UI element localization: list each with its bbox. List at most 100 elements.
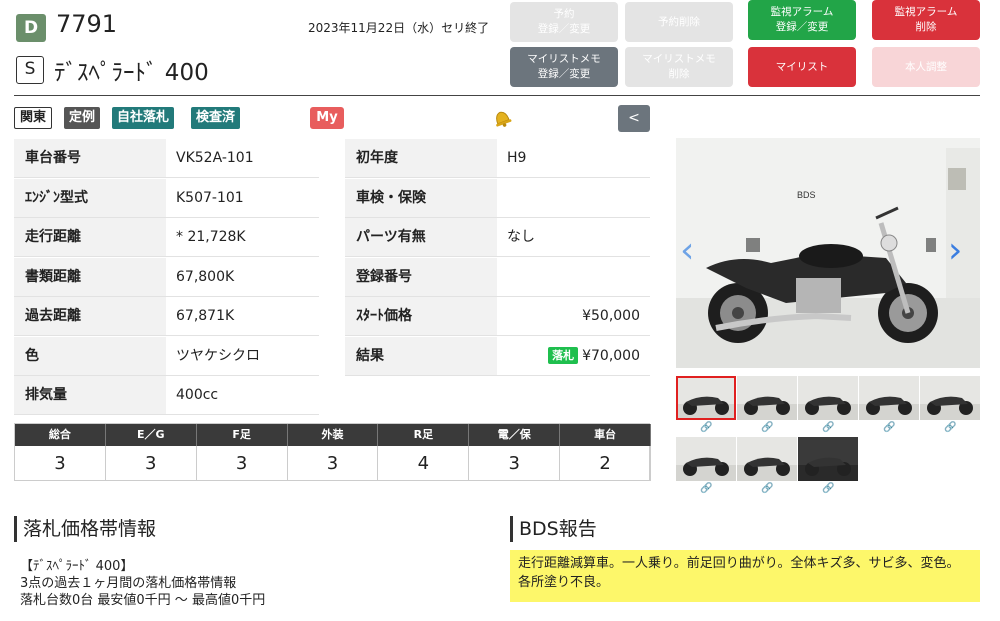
lot-number: 7791 bbox=[56, 10, 118, 38]
mylist-button[interactable]: マイリスト bbox=[748, 47, 856, 87]
spec-value: VK52A-101 bbox=[176, 150, 254, 166]
spec-row: 書類距離 67,800K bbox=[14, 257, 319, 297]
spec-row: パーツ有無 なし bbox=[345, 218, 650, 257]
grade-header: 総合 bbox=[15, 424, 106, 446]
back-button[interactable]: < bbox=[618, 105, 650, 132]
spec-key: パーツ有無 bbox=[345, 218, 497, 256]
spec-value: ¥50,000 bbox=[582, 308, 640, 324]
link-icon[interactable]: 🔗 bbox=[700, 483, 712, 494]
company-won-tag: 自社落札 bbox=[112, 107, 175, 129]
main-photo[interactable]: BDS bbox=[676, 138, 980, 368]
bds-report-title: BDS報告 bbox=[510, 516, 597, 542]
grade-header: 外装 bbox=[287, 424, 379, 446]
inspected-tag: 検査済 bbox=[191, 107, 241, 129]
photo-thumbnail[interactable] bbox=[920, 376, 980, 420]
photo-thumbnail[interactable] bbox=[676, 437, 736, 481]
grade-value: 2 bbox=[560, 446, 651, 481]
grade-value: 3 bbox=[197, 446, 288, 481]
mylist-memo-register-button[interactable]: マイリストメモ 登録／変更 bbox=[510, 47, 618, 87]
region-tag: 関東 bbox=[14, 107, 53, 129]
spec-row: 車台番号 VK52A-101 bbox=[14, 139, 319, 178]
spec-value: K507-101 bbox=[176, 189, 244, 206]
spec-row: 結果 落札 ¥70,000 bbox=[345, 336, 650, 376]
alarm-register-button[interactable]: 監視アラーム 登録／変更 bbox=[748, 0, 856, 40]
spec-row: 過去距離 67,871K bbox=[14, 297, 319, 336]
grade-value: 3 bbox=[469, 446, 561, 481]
alarm-delete-button[interactable]: 監視アラーム 削除 bbox=[872, 0, 980, 40]
spec-row: 登録番号 bbox=[345, 257, 650, 297]
link-icon[interactable]: 🔗 bbox=[761, 422, 773, 433]
link-icon[interactable]: 🔗 bbox=[822, 483, 834, 494]
spec-value: ツヤケシクロ bbox=[176, 347, 260, 364]
photo-thumbnail[interactable] bbox=[798, 437, 858, 481]
spec-key: 過去距離 bbox=[14, 297, 166, 335]
spec-row: 初年度 H9 bbox=[345, 139, 650, 178]
spec-key: 色 bbox=[14, 336, 166, 375]
spec-key: 車台番号 bbox=[14, 139, 166, 177]
grade-header: E／G bbox=[105, 424, 197, 446]
grade-table: 総合 3 E／G 3 F足 3 外装 3 R足 4 電／保 3 車台 2 bbox=[14, 423, 651, 481]
photo-thumbnail[interactable] bbox=[798, 376, 858, 420]
rank-badge: S bbox=[16, 56, 44, 84]
my-button[interactable]: My bbox=[310, 107, 344, 129]
photo-thumbnail[interactable] bbox=[737, 376, 797, 420]
grade-header: R足 bbox=[378, 424, 470, 446]
link-icon[interactable]: 🔗 bbox=[761, 483, 773, 494]
spec-value bbox=[497, 258, 650, 296]
spec-row: 色ツヤケシクロ bbox=[14, 336, 319, 376]
grade-value: 4 bbox=[378, 446, 470, 481]
spec-value: H9 bbox=[507, 150, 527, 166]
auction-date: 2023年11月22日（水）セリ終了 bbox=[308, 21, 490, 35]
spec-key: 排気量 bbox=[14, 376, 166, 414]
price-band-title: 落札価格帯情報 bbox=[14, 516, 156, 542]
grade-header: 電／保 bbox=[469, 424, 561, 446]
price-band-text: 【ﾃﾞｽﾍﾟﾗｰﾄﾞ 400】 3点の過去１ヶ月間の落札価格帯情報 落札台数0台… bbox=[20, 559, 266, 608]
spec-row: 車検・保険 bbox=[345, 178, 650, 218]
spec-key: ｴﾝｼﾞﾝ型式 bbox=[14, 178, 166, 217]
bds-wall-logo: BDS bbox=[797, 190, 816, 200]
spec-value bbox=[497, 179, 650, 217]
spec-value: 67,800K bbox=[176, 268, 235, 285]
reserve-delete-button[interactable]: 予約削除 bbox=[625, 2, 733, 42]
sold-badge: 落札 bbox=[548, 346, 579, 364]
reserve-register-button[interactable]: 予約 登録／変更 bbox=[510, 2, 618, 42]
bell-icon[interactable] bbox=[491, 108, 513, 128]
link-icon[interactable]: 🔗 bbox=[883, 422, 895, 433]
photo-thumbnail[interactable] bbox=[676, 376, 736, 420]
grade-value: 3 bbox=[288, 446, 379, 481]
regular-tag: 定例 bbox=[64, 107, 101, 129]
spec-value: 67,871K bbox=[176, 308, 235, 324]
lot-letter-badge: D bbox=[16, 14, 46, 42]
spec-value: 400cc bbox=[176, 387, 219, 403]
spec-value: 落札 ¥70,000 bbox=[497, 337, 650, 375]
photo-thumbnail[interactable] bbox=[737, 437, 797, 481]
model-name: ﾃﾞｽﾍﾟﾗｰﾄﾞ 400 bbox=[54, 60, 209, 86]
grade-header: F足 bbox=[196, 424, 288, 446]
result-price: ¥70,000 bbox=[582, 347, 640, 364]
spec-key: ｽﾀｰﾄ価格 bbox=[345, 297, 497, 335]
spec-row: 排気量 400cc bbox=[14, 376, 319, 415]
grade-header: 車台 bbox=[560, 424, 651, 446]
spec-row: ｴﾝｼﾞﾝ型式 K507-101 bbox=[14, 178, 319, 218]
link-icon[interactable]: 🔗 bbox=[700, 422, 712, 433]
grade-value: 3 bbox=[106, 446, 197, 481]
spec-key: 車検・保険 bbox=[345, 178, 497, 217]
link-icon[interactable]: 🔗 bbox=[822, 422, 834, 433]
spec-key: 結果 bbox=[345, 336, 497, 375]
header-divider bbox=[14, 95, 980, 96]
spec-key: 初年度 bbox=[345, 139, 497, 177]
spec-value: なし bbox=[507, 229, 535, 245]
link-icon[interactable]: 🔗 bbox=[944, 422, 956, 433]
bds-report-text: 走行距離減算車。一人乗り。前足回り曲がり。全体キズ多、サビ多、変色。各所塗り不良… bbox=[510, 550, 980, 602]
spec-value: * 21,728K bbox=[176, 229, 246, 245]
mylist-memo-delete-button[interactable]: マイリストメモ 削除 bbox=[625, 47, 733, 87]
chevron-left-icon[interactable]: ‹ bbox=[680, 230, 694, 271]
spec-key: 登録番号 bbox=[345, 257, 497, 296]
spec-key: 書類距離 bbox=[14, 257, 166, 296]
spec-row: ｽﾀｰﾄ価格 ¥50,000 bbox=[345, 297, 650, 336]
spec-key: 走行距離 bbox=[14, 218, 166, 256]
photo-thumbnail[interactable] bbox=[859, 376, 919, 420]
chevron-right-icon[interactable]: › bbox=[948, 230, 962, 271]
spec-row: 走行距離 * 21,728K bbox=[14, 218, 319, 257]
self-adjust-button[interactable]: 本人調整 bbox=[872, 47, 980, 87]
